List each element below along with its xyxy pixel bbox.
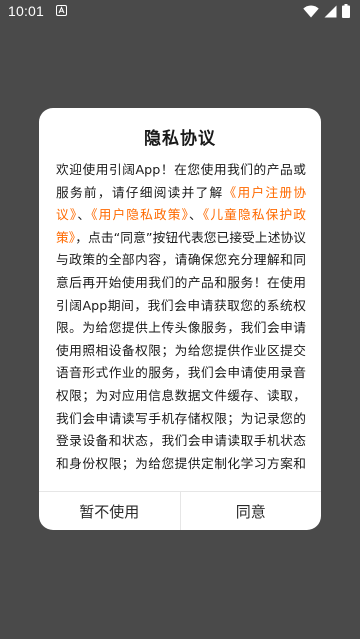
status-time: 10:01 bbox=[8, 3, 45, 19]
wifi-icon bbox=[303, 4, 319, 17]
dialog-title: 隐私协议 bbox=[144, 129, 216, 149]
privacy-dialog: 隐私协议 欢迎使用引阔App！在您使用我们的产品或服务前，请仔细阅读并了解《用户… bbox=[39, 108, 321, 530]
cellular-signal-icon bbox=[324, 5, 337, 17]
decline-button[interactable]: 暂不使用 bbox=[39, 492, 180, 530]
dialog-body[interactable]: 欢迎使用引阔App！在您使用我们的产品或服务前，请仔细阅读并了解《用户注册协议》… bbox=[56, 159, 306, 479]
notification-a-icon bbox=[56, 5, 67, 16]
agree-button[interactable]: 同意 bbox=[181, 492, 322, 530]
body-separator-2: 、 bbox=[189, 207, 203, 223]
status-icons bbox=[303, 4, 350, 18]
status-bar: 10:01 bbox=[0, 0, 360, 24]
body-rest: ，点击“同意”按钮代表您已接受上述协议与政策的全部内容，请确保您充分理解和同意后… bbox=[56, 229, 306, 479]
body-separator-1: 、 bbox=[77, 207, 92, 223]
battery-icon bbox=[342, 4, 350, 18]
privacy-policy-link[interactable]: 《用户隐私政策》 bbox=[91, 207, 189, 222]
dialog-footer: 暂不使用 同意 bbox=[39, 491, 321, 530]
